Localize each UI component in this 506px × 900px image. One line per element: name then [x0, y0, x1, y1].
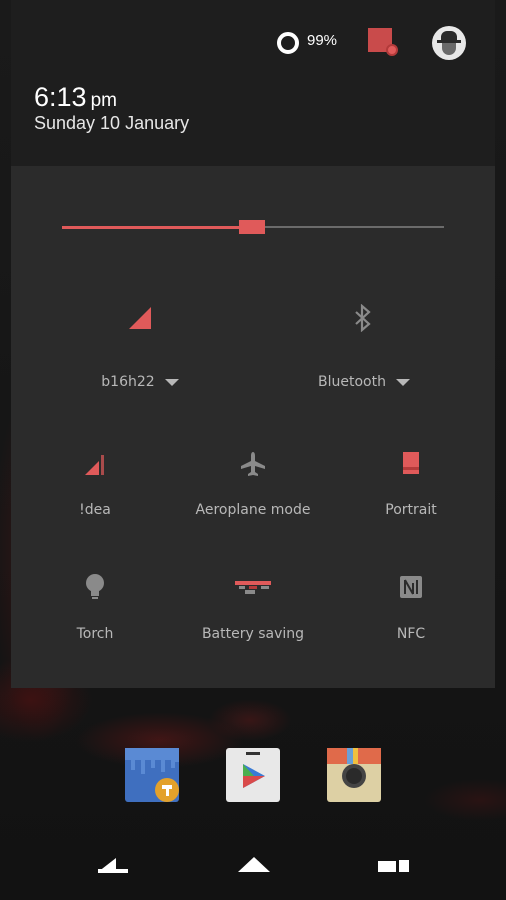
tile-battery-saving-label: Battery saving: [201, 626, 305, 642]
recents-button[interactable]: [378, 858, 410, 874]
bluetooth-icon: [355, 304, 371, 332]
chevron-down-icon[interactable]: [395, 378, 410, 386]
battery-percent: 99%: [307, 32, 338, 49]
tile-torch-label: Torch: [76, 626, 114, 642]
clock-date[interactable]: Sunday 10 January: [34, 113, 189, 134]
tile-bluetooth-label: Bluetooth: [318, 374, 386, 390]
battery-icon: [277, 32, 299, 54]
tile-portrait[interactable]: Portrait: [351, 448, 471, 528]
nfc-icon: [400, 576, 422, 598]
brightness-slider-fill: [62, 226, 253, 229]
brightness-slider-thumb[interactable]: [239, 220, 265, 234]
portrait-icon: [403, 452, 419, 474]
play-store-icon[interactable]: [226, 748, 280, 802]
chevron-down-icon[interactable]: [164, 378, 179, 386]
tile-mobile-data-label: !dea: [79, 502, 111, 518]
user-avatar[interactable]: [432, 26, 466, 60]
clock-time[interactable]: 6:13 pm: [34, 82, 117, 113]
tile-mobile-data[interactable]: !dea: [35, 448, 155, 528]
clock-ampm: pm: [90, 90, 117, 111]
tile-wifi[interactable]: b16h22: [70, 300, 210, 400]
tile-torch[interactable]: Torch: [35, 572, 155, 652]
lightbulb-icon: [86, 574, 104, 599]
tile-nfc[interactable]: NFC: [351, 572, 471, 652]
camera-app-icon[interactable]: [327, 748, 381, 802]
tile-aeroplane-mode[interactable]: Aeroplane mode: [193, 448, 313, 528]
clock-time-value: 6:13: [34, 82, 87, 112]
sketch-app-icon[interactable]: [125, 748, 179, 802]
settings-icon[interactable]: [368, 28, 398, 58]
tile-bluetooth[interactable]: Bluetooth: [294, 300, 434, 400]
tile-battery-saving[interactable]: Battery saving: [183, 572, 323, 652]
tile-nfc-label: NFC: [396, 626, 426, 642]
tile-portrait-label: Portrait: [385, 502, 437, 518]
battery-saver-icon: [235, 581, 271, 594]
tile-wifi-label: b16h22: [101, 374, 155, 390]
airplane-icon: [241, 452, 265, 476]
tile-aeroplane-mode-label: Aeroplane mode: [195, 502, 311, 518]
wifi-icon: [129, 307, 151, 329]
home-button[interactable]: [238, 856, 270, 874]
signal-icon: [85, 455, 104, 475]
back-button[interactable]: [98, 856, 128, 876]
